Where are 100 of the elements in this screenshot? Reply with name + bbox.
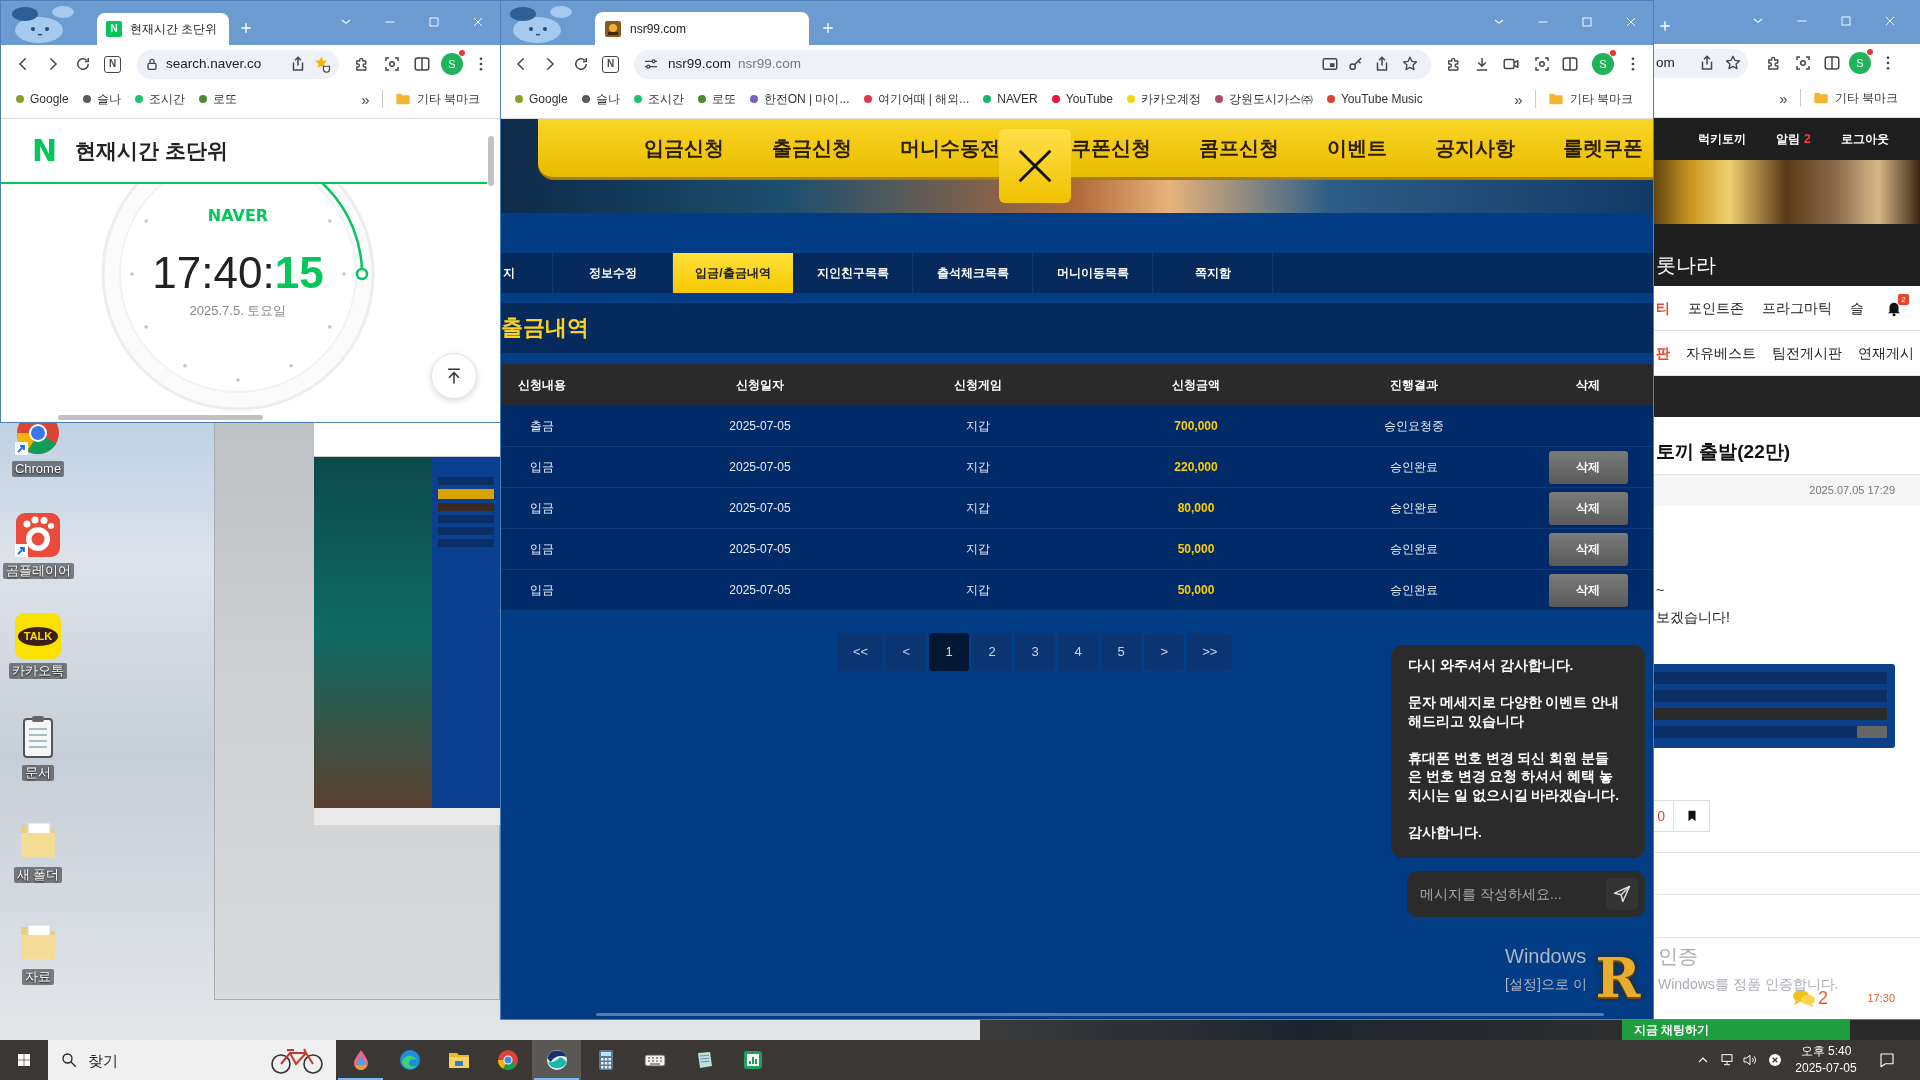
nav-link[interactable]: 이벤트 (1327, 133, 1387, 163)
bookmark-link[interactable]: 카카오계정 (1126, 90, 1201, 108)
tab[interactable]: 지 (501, 253, 553, 293)
taskbar-clock[interactable]: 오후 5:40 2025-07-05 (1795, 1043, 1857, 1077)
desktop-shortcut[interactable]: 새 폴더 (13, 815, 63, 883)
address-bar[interactable]: nsr99.com nsr99.com (634, 49, 1431, 79)
bookmark-link[interactable]: 슬나 (581, 90, 620, 108)
menu-link[interactable]: 연재게시 (1858, 342, 1914, 364)
tab[interactable]: 쪽지함 (1153, 253, 1273, 293)
bookmark-link[interactable]: NAVER (983, 90, 1038, 108)
extension-icon[interactable]: N (602, 55, 619, 73)
volume-icon[interactable] (1742, 1052, 1758, 1068)
nav-link[interactable]: 콤프신청 (1199, 133, 1279, 163)
key-icon[interactable] (1347, 55, 1365, 73)
bookmark-link[interactable]: Google (16, 90, 69, 108)
floating-logo-button[interactable]: R (1592, 949, 1644, 1007)
monitor-icon[interactable] (1720, 1052, 1736, 1068)
nav-link[interactable]: 쿠폰신청 (1071, 133, 1151, 163)
lock-icon[interactable] (144, 56, 160, 72)
nav-link[interactable]: 입금신청 (644, 133, 724, 163)
menu-link[interactable]: 포인트존 (1688, 297, 1744, 319)
pagination-button[interactable]: << (838, 633, 884, 671)
menu-link[interactable]: 슬 (1850, 297, 1864, 319)
send-button[interactable] (1606, 878, 1638, 910)
bookmark-button[interactable] (1674, 800, 1710, 832)
menu-link[interactable]: 팀전게시판 (1772, 342, 1842, 364)
bookmark-folder[interactable]: 기타 북마크 (1547, 90, 1633, 108)
header-link[interactable]: 로그아웃 (1840, 130, 1889, 148)
pagination-button[interactable]: 1 (929, 633, 970, 671)
header-link[interactable]: 알림 2 (1776, 130, 1811, 148)
more-bookmarks-button[interactable]: » (1779, 90, 1788, 106)
x-circle-icon[interactable] (1767, 1052, 1783, 1068)
pagination-button[interactable]: < (886, 633, 927, 671)
menu-link[interactable]: 프라그마틱 (1762, 297, 1832, 319)
sliders-icon[interactable] (643, 56, 659, 72)
bookmark-link[interactable]: 로또 (198, 90, 237, 108)
extension-icon[interactable]: N (104, 55, 121, 73)
bookmark-link[interactable]: 로또 (697, 90, 736, 108)
bookmark-link[interactable]: Google (515, 90, 568, 108)
scroll-to-top-button[interactable] (431, 353, 477, 399)
split-panel-icon[interactable] (1823, 54, 1841, 72)
close-button[interactable] (999, 129, 1071, 203)
nav-link[interactable]: 머니수동전 (900, 133, 1000, 163)
bookmark-link[interactable]: 여기어때 | 해외... (863, 90, 970, 108)
focus-frame-icon[interactable] (1794, 54, 1812, 72)
delete-button[interactable]: 삭제 (1548, 491, 1628, 525)
tab[interactable]: 지인친구목록 (793, 253, 913, 293)
bookmark-link[interactable]: 강원도시가스㈜ (1214, 90, 1313, 108)
address-bar[interactable]: search.naver.co (137, 49, 339, 79)
search-field[interactable]: 찾기 (48, 1040, 336, 1080)
header-link[interactable]: 럭키토끼 (1698, 130, 1746, 148)
bookmark-link[interactable]: YouTube Music (1326, 90, 1423, 108)
bookmark-link[interactable]: 조시간 (134, 90, 185, 108)
speech-bubble-icon[interactable] (1878, 1051, 1896, 1069)
tab[interactable]: 입금/출금내역 (673, 253, 793, 293)
focus-frame-icon[interactable] (1533, 55, 1551, 73)
pagination-button[interactable]: >> (1187, 633, 1233, 671)
tab[interactable]: 머니이동목록 (1033, 253, 1153, 293)
split-panel-icon[interactable] (413, 55, 431, 73)
pagination-button[interactable]: 3 (1015, 633, 1056, 671)
taskbar-app-button[interactable] (532, 1040, 581, 1080)
nav-link[interactable]: 공지사항 (1435, 133, 1515, 163)
picture-in-picture-icon[interactable] (1321, 55, 1339, 73)
more-bookmarks-button[interactable]: » (361, 91, 370, 107)
message-input[interactable]: 메시지를 작성하세요... (1407, 871, 1645, 917)
menu-link[interactable]: 판 (1656, 342, 1670, 364)
menu-link[interactable]: 자유베스트 (1686, 342, 1756, 364)
focus-frame-icon[interactable] (383, 55, 401, 73)
scrollbar-thumb[interactable] (488, 136, 494, 186)
star-icon[interactable] (1724, 54, 1742, 72)
pagination-button[interactable]: 2 (972, 633, 1013, 671)
pagination-button[interactable]: > (1144, 633, 1185, 671)
nav-link[interactable]: 출금신청 (772, 133, 852, 163)
pagination-button[interactable]: 4 (1058, 633, 1099, 671)
bookmark-folder[interactable]: 기타 북마크 (394, 90, 480, 108)
scrollbar-thumb[interactable] (596, 1013, 1604, 1016)
bookmark-link[interactable]: 한전ON | 마이... (749, 90, 850, 108)
desktop-shortcut[interactable]: 자료 (14, 917, 62, 985)
desktop-shortcut[interactable]: TALK 카카오톡 (9, 613, 67, 679)
star-icon[interactable] (1401, 55, 1419, 73)
desktop-shortcut[interactable]: 문서 (14, 713, 62, 781)
pagination-button[interactable]: 5 (1101, 633, 1142, 671)
browser-tab[interactable]: N 현재시간 초단위 (97, 13, 229, 45)
split-panel-icon[interactable] (1561, 55, 1579, 73)
nav-link[interactable]: 룰렛쿠폰 (1563, 133, 1643, 163)
delete-button[interactable]: 삭제 (1548, 573, 1628, 607)
tab[interactable]: 출석체크목록 (913, 253, 1033, 293)
delete-button[interactable]: 삭제 (1548, 450, 1628, 484)
bookmark-folder[interactable]: 기타 북마크 (1812, 89, 1898, 107)
menu-link[interactable]: 티 (1656, 297, 1670, 319)
desktop-shortcut[interactable]: 곰플레이어 (2, 511, 74, 579)
browser-tab[interactable]: nsr99.com (595, 12, 809, 45)
more-bookmarks-button[interactable]: » (1514, 91, 1523, 107)
reload-icon[interactable] (572, 55, 590, 73)
bookmark-link[interactable]: 슬나 (82, 90, 121, 108)
bookmark-link[interactable]: YouTube (1051, 90, 1113, 108)
star-icon[interactable] (313, 55, 331, 73)
delete-button[interactable]: 삭제 (1548, 532, 1628, 566)
scrollbar-thumb[interactable] (58, 415, 263, 420)
bookmark-link[interactable]: 조시간 (633, 90, 684, 108)
